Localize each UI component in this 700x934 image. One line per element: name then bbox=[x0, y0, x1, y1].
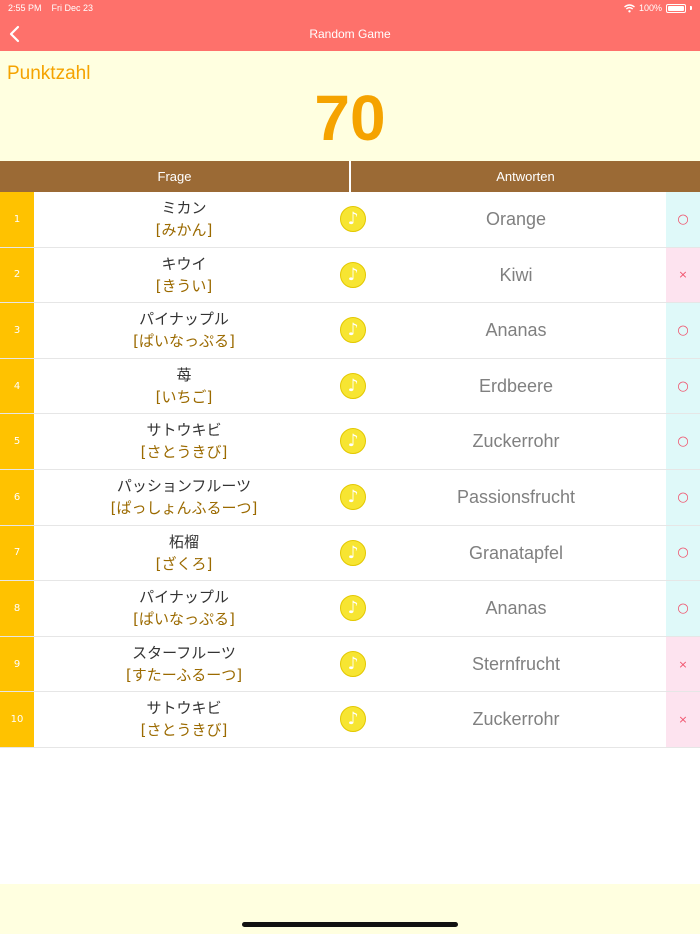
question-reading: [ざくろ] bbox=[155, 554, 213, 573]
score-panel: Punktzahl 70 bbox=[0, 51, 700, 161]
question-kanji: キウイ bbox=[161, 254, 207, 273]
table-row: 2 キウイ [きうい] ♪ Kiwi × bbox=[0, 247, 700, 304]
table-row: 1 ミカン [みかん] ♪ Orange ○ bbox=[0, 192, 700, 248]
question-cell: 苺 [いちご] bbox=[34, 364, 334, 408]
question-kanji: 苺 bbox=[176, 365, 192, 384]
question-cell: パッションフルーツ [ぱっしょんふるーつ] bbox=[34, 475, 334, 519]
question-cell: キウイ [きうい] bbox=[34, 253, 334, 297]
question-cell: サトウキビ [さとうきび] bbox=[34, 697, 334, 741]
battery-icon bbox=[666, 3, 686, 13]
music-note-icon[interactable]: ♪ bbox=[340, 483, 366, 510]
question-kanji: パッションフルーツ bbox=[116, 476, 252, 495]
question-reading: [さとうきび] bbox=[140, 443, 228, 462]
question-kanji: ミカン bbox=[161, 199, 207, 217]
answer-cell: Kiwi bbox=[499, 264, 533, 285]
table-row: 3 パイナップル [ぱいなっぷる] ♪ Ananas ○ bbox=[0, 303, 700, 359]
result-mark: × bbox=[666, 247, 700, 303]
question-kanji: 柘榴 bbox=[168, 532, 199, 551]
table-row: 7 柘榴 [ざくろ] ♪ Granatapfel ○ bbox=[0, 525, 700, 582]
row-number: 9 bbox=[0, 636, 34, 692]
result-mark: ○ bbox=[666, 581, 700, 636]
music-note-icon[interactable]: ♪ bbox=[340, 206, 366, 232]
answer-cell: Sternfrucht bbox=[471, 653, 561, 674]
question-reading: [きうい] bbox=[155, 276, 213, 295]
score-value: 70 bbox=[314, 82, 386, 154]
row-number: 8 bbox=[0, 581, 34, 636]
music-note-icon[interactable]: ♪ bbox=[340, 595, 366, 622]
question-kanji: パイナップル bbox=[139, 310, 229, 329]
question-kanji: パイナップル bbox=[139, 588, 229, 607]
answer-cell: Erdbeere bbox=[478, 375, 554, 396]
result-mark: ○ bbox=[666, 358, 700, 414]
row-number: 2 bbox=[0, 247, 34, 303]
music-note-icon[interactable]: ♪ bbox=[340, 539, 366, 566]
question-kanji: スターフルーツ bbox=[132, 643, 236, 662]
page-title: Random Game bbox=[309, 27, 391, 41]
row-number: 10 bbox=[0, 692, 34, 747]
answer-cell: Passionsfrucht bbox=[456, 486, 576, 507]
table-row: 10 サトウキビ [さとうきび] ♪ Zuckerrohr × bbox=[0, 692, 700, 748]
music-note-icon[interactable]: ♪ bbox=[340, 317, 366, 344]
row-number: 6 bbox=[0, 469, 34, 525]
result-mark: × bbox=[666, 636, 700, 692]
result-mark: ○ bbox=[666, 303, 700, 358]
music-note-icon[interactable]: ♪ bbox=[340, 706, 366, 733]
battery-tip bbox=[690, 6, 692, 10]
answer-cell: Ananas bbox=[485, 598, 547, 619]
question-reading: [みかん] bbox=[155, 221, 213, 239]
question-cell: パイナップル [ぱいなっぷる] bbox=[34, 586, 334, 630]
status-right: 100% bbox=[624, 3, 692, 13]
results-list: 1 ミカン [みかん] ♪ Orange ○ 2 キウイ [きうい] ♪ Kiw… bbox=[0, 192, 700, 748]
home-indicator[interactable] bbox=[242, 922, 458, 927]
row-number: 5 bbox=[0, 414, 34, 469]
music-note-icon[interactable]: ♪ bbox=[340, 428, 366, 455]
answer-column-header: Antworten bbox=[496, 169, 555, 184]
question-column-header: Frage bbox=[157, 169, 192, 184]
answer-cell: Zuckerrohr bbox=[472, 709, 560, 730]
result-mark: ○ bbox=[666, 192, 700, 247]
row-number: 4 bbox=[0, 358, 34, 414]
question-cell: サトウキビ [さとうきび] bbox=[34, 419, 334, 463]
question-kanji: サトウキビ bbox=[146, 421, 222, 440]
result-mark: ○ bbox=[666, 525, 700, 581]
table-row: 8 パイナップル [ぱいなっぷる] ♪ Ananas ○ bbox=[0, 581, 700, 637]
question-reading: [ぱいなっぷる] bbox=[133, 610, 235, 629]
answer-cell: Orange bbox=[485, 209, 547, 229]
question-cell: 柘榴 [ざくろ] bbox=[34, 531, 334, 575]
row-number: 7 bbox=[0, 525, 34, 581]
question-reading: [ぱいなっぷる] bbox=[133, 332, 235, 351]
question-cell: パイナップル [ぱいなっぷる] bbox=[34, 308, 334, 352]
music-note-icon[interactable]: ♪ bbox=[340, 372, 366, 399]
answer-cell: Ananas bbox=[485, 320, 547, 341]
question-reading: [すたーふるーつ] bbox=[125, 665, 243, 684]
question-reading: [いちご] bbox=[155, 387, 213, 406]
row-number: 3 bbox=[0, 303, 34, 358]
table-row: 4 苺 [いちご] ♪ Erdbeere ○ bbox=[0, 358, 700, 415]
battery-percent: 100% bbox=[638, 3, 662, 13]
status-bar: 2:55 PM Fri Dec 23 100% bbox=[0, 0, 700, 18]
question-reading: [ぱっしょんふるーつ] bbox=[110, 498, 258, 517]
status-time: 2:55 PM Fri Dec 23 bbox=[8, 3, 94, 13]
question-cell: ミカン [みかん] bbox=[34, 197, 334, 241]
result-mark: × bbox=[666, 692, 700, 747]
table-row: 6 パッションフルーツ [ぱっしょんふるーつ] ♪ Passionsfrucht… bbox=[0, 469, 700, 526]
result-mark: ○ bbox=[666, 414, 700, 469]
wifi-icon bbox=[624, 3, 635, 12]
navigation-bar: Random Game bbox=[0, 18, 700, 51]
question-reading: [さとうきび] bbox=[140, 721, 228, 740]
answer-cell: Zuckerrohr bbox=[472, 431, 560, 452]
table-header: Frage Antworten bbox=[0, 161, 700, 192]
bottom-bar bbox=[0, 884, 700, 934]
result-mark: ○ bbox=[666, 469, 700, 525]
row-number: 1 bbox=[0, 192, 34, 247]
table-row: 9 スターフルーツ [すたーふるーつ] ♪ Sternfrucht × bbox=[0, 636, 700, 693]
music-note-icon[interactable]: ♪ bbox=[340, 261, 366, 288]
table-row: 5 サトウキビ [さとうきび] ♪ Zuckerrohr ○ bbox=[0, 414, 700, 470]
status-date: Fri Dec 23 bbox=[51, 3, 94, 13]
question-cell: スターフルーツ [すたーふるーつ] bbox=[34, 642, 334, 686]
question-kanji: サトウキビ bbox=[146, 699, 222, 718]
music-note-icon[interactable]: ♪ bbox=[340, 650, 366, 677]
answer-cell: Granatapfel bbox=[468, 542, 564, 563]
